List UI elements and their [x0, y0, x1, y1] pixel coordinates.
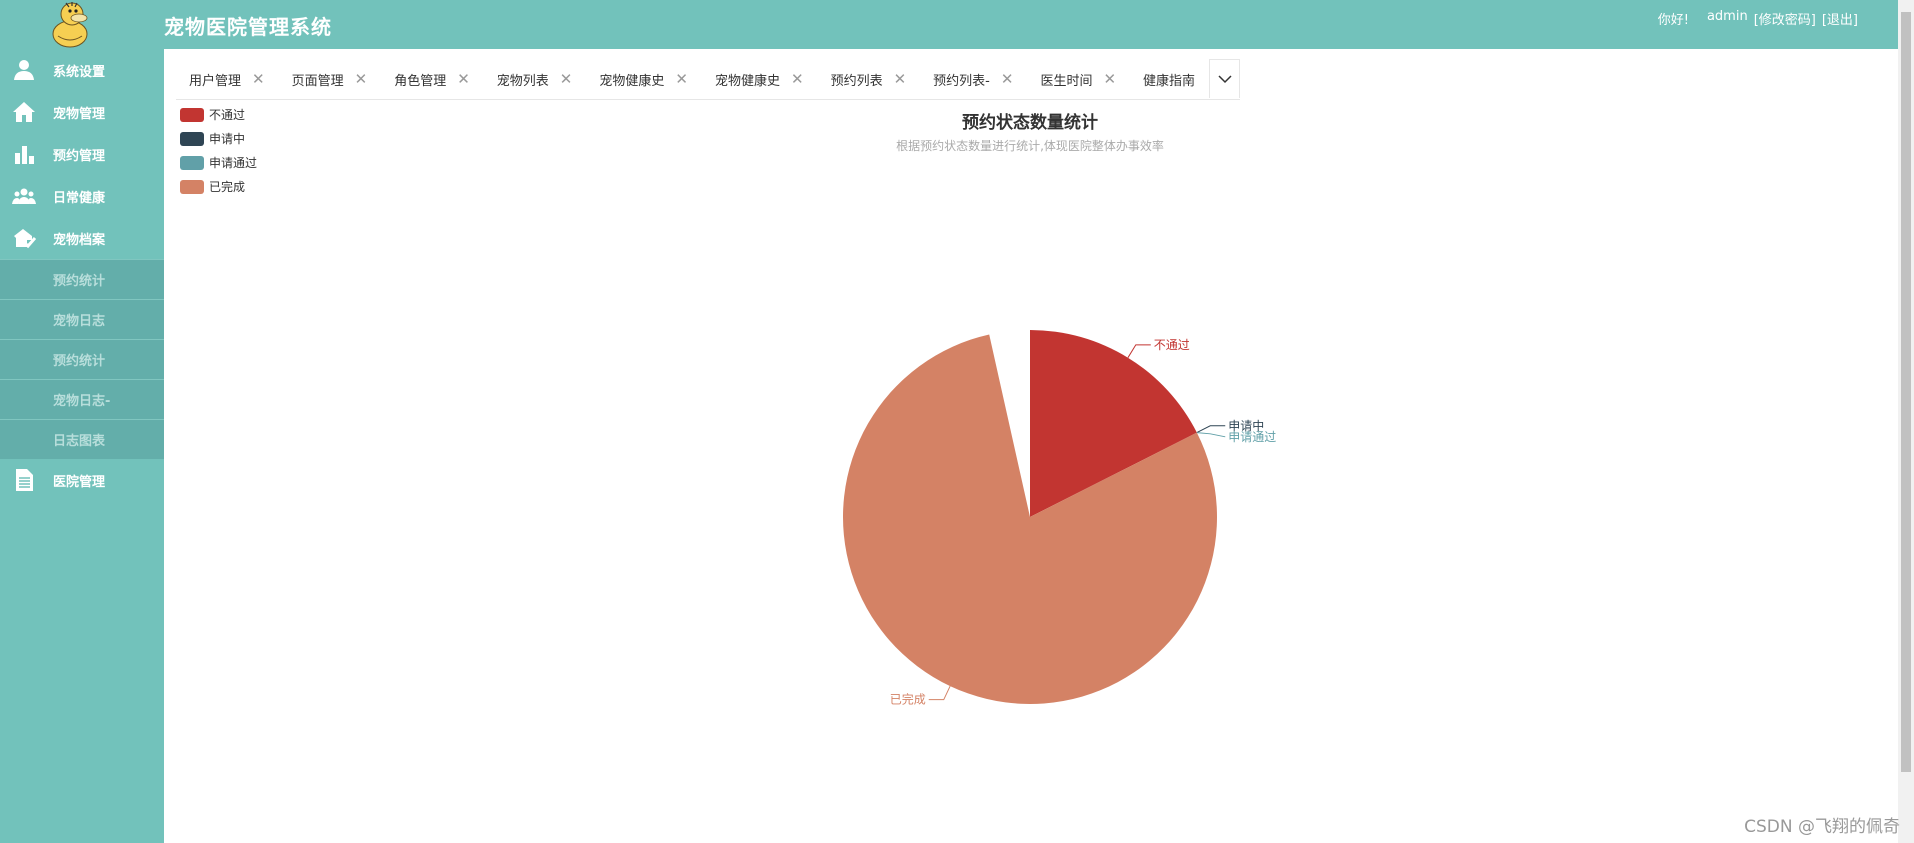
tab-user-management[interactable]: 用户管理 ✕: [176, 59, 279, 99]
tab-bar: 用户管理 ✕ 页面管理 ✕ 角色管理 ✕ 宠物列表 ✕ 宠物健康史 ✕ 宠物健康史 ✕ 预约…: [176, 59, 1241, 100]
chart-title: 预约状态数量统计: [962, 112, 1098, 133]
close-icon[interactable]: ✕: [675, 70, 688, 88]
submenu-item-pet-log-2[interactable]: 宠物日志-: [0, 379, 164, 419]
legend-swatch: [180, 108, 204, 122]
tab-health-guide[interactable]: 健康指南: [1130, 59, 1209, 99]
tab-pet-list[interactable]: 宠物列表 ✕: [484, 59, 587, 99]
tab-label: 健康指南: [1143, 73, 1196, 89]
legend-item[interactable]: 申请通过: [180, 156, 257, 170]
home-icon: [13, 102, 35, 122]
top-header: 宠物医院管理系统 你好! admin [修改密码] [退出]: [0, 0, 1898, 49]
page-scrollbar[interactable]: [1898, 0, 1914, 843]
username: admin: [1706, 9, 1748, 24]
sidebar-item-daily-health[interactable]: 日常健康: [0, 175, 164, 217]
chart-subtitle: 根据预约状态数量进行统计,体现医院整体办事效率: [896, 138, 1164, 153]
pie-label-不通过: 不通过: [1154, 338, 1190, 352]
watermark: CSDN @飞翔的佩奇: [1744, 817, 1900, 837]
tab-label: 页面管理: [291, 73, 344, 89]
tab-pet-health-history-2[interactable]: 宠物健康史 ✕: [702, 59, 818, 99]
legend-label: 不通过: [209, 108, 245, 122]
tab-pet-health-history[interactable]: 宠物健康史 ✕: [586, 59, 702, 99]
label-leader-line: [928, 685, 951, 701]
app-title: 宠物医院管理系统: [164, 15, 332, 39]
legend-item[interactable]: 已完成: [180, 179, 245, 194]
sidebar-item-system-settings[interactable]: 系统设置: [0, 49, 164, 91]
tab-label: 宠物健康史: [599, 73, 665, 89]
user-info: 你好! admin [修改密码] [退出]: [1658, 9, 1858, 28]
sidebar-item-hospital-management[interactable]: 医院管理: [0, 459, 164, 501]
sidebar: 系统设置 宠物管理 预约管理 日常健康 宠物档案 预约统计 宠物日志 预约统计 …: [0, 49, 164, 843]
tab-appointment-list[interactable]: 预约列表 ✕: [818, 59, 921, 99]
close-icon[interactable]: ✕: [1001, 70, 1014, 88]
tab-label: 预约列表: [830, 73, 883, 89]
submenu-item-appointment-stats[interactable]: 预约统计: [0, 259, 164, 299]
scrollbar-thumb[interactable]: [1901, 12, 1911, 772]
sidebar-item-label: 日常健康: [53, 190, 106, 206]
tab-doctor-time[interactable]: 医生时间 ✕: [1027, 59, 1130, 99]
close-icon[interactable]: ✕: [252, 70, 265, 88]
sidebar-item-label: 系统设置: [53, 64, 106, 80]
sidebar-item-label: 预约管理: [53, 148, 106, 164]
label-leader-line: [1196, 432, 1226, 438]
close-icon[interactable]: ✕: [1103, 70, 1116, 88]
pie-slices: [842, 330, 1217, 705]
legend-swatch: [180, 156, 204, 170]
pie-label-申请通过: 申请通过: [1228, 430, 1276, 444]
close-icon[interactable]: ✕: [457, 70, 470, 88]
pet-record-icon: [14, 229, 36, 249]
tab-label: 宠物健康史: [714, 73, 780, 89]
document-icon: [16, 469, 33, 491]
tab-label: 角色管理: [394, 73, 447, 89]
submenu-item-appointment-stats-2[interactable]: 预约统计: [0, 339, 164, 379]
sidebar-item-label: 宠物档案: [53, 232, 106, 248]
legend-item[interactable]: 不通过: [180, 108, 245, 122]
close-icon[interactable]: ✕: [560, 70, 573, 88]
pie-label-已完成: 已完成: [890, 692, 926, 707]
legend-label: 申请中: [209, 131, 245, 146]
legend-label: 申请通过: [209, 156, 257, 170]
sidebar-item-appointment-management[interactable]: 预约管理: [0, 133, 164, 175]
change-password-link[interactable]: [修改密码]: [1754, 9, 1816, 28]
tab-more-button[interactable]: [1209, 59, 1241, 98]
greeting: 你好!: [1657, 13, 1689, 28]
tab-page-management[interactable]: 页面管理 ✕: [279, 59, 382, 99]
sidebar-item-pet-management[interactable]: 宠物管理: [0, 91, 164, 133]
submenu-item-pet-log[interactable]: 宠物日志: [0, 299, 164, 339]
close-icon[interactable]: ✕: [355, 70, 368, 88]
user-icon: [14, 60, 34, 80]
close-icon[interactable]: ✕: [894, 70, 907, 88]
legend-label: 已完成: [209, 179, 245, 194]
chart-legend: 不通过申请中申请通过已完成: [180, 108, 257, 194]
tab-label: 用户管理: [189, 73, 242, 89]
logo-icon: [52, 2, 88, 48]
tab-label: 预约列表-: [933, 73, 990, 89]
submenu-item-log-chart[interactable]: 日志图表: [0, 419, 164, 459]
close-icon[interactable]: ✕: [791, 70, 804, 88]
sidebar-item-label: 宠物管理: [53, 106, 106, 122]
group-icon: [12, 188, 36, 204]
logout-link[interactable]: [退出]: [1822, 9, 1858, 28]
legend-swatch: [180, 180, 204, 194]
pie-chart: 预约状态数量统计 根据预约状态数量进行统计,体现医院整体办事效率 不通过申请中申…: [180, 108, 1276, 707]
tab-appointment-list-2[interactable]: 预约列表- ✕: [920, 59, 1027, 99]
legend-item[interactable]: 申请中: [180, 131, 245, 146]
legend-swatch: [180, 132, 204, 146]
tab-label: 医生时间: [1040, 73, 1093, 89]
tab-role-management[interactable]: 角色管理 ✕: [381, 59, 484, 99]
chevron-down-icon: [1218, 74, 1232, 83]
sidebar-item-label: 医院管理: [53, 474, 106, 490]
label-leader-line: [1196, 425, 1226, 434]
sidebar-item-pet-records[interactable]: 宠物档案: [0, 217, 164, 259]
tab-label: 宠物列表: [496, 73, 549, 89]
bar-chart-icon: [15, 146, 34, 164]
label-leader-line: [1127, 344, 1151, 358]
